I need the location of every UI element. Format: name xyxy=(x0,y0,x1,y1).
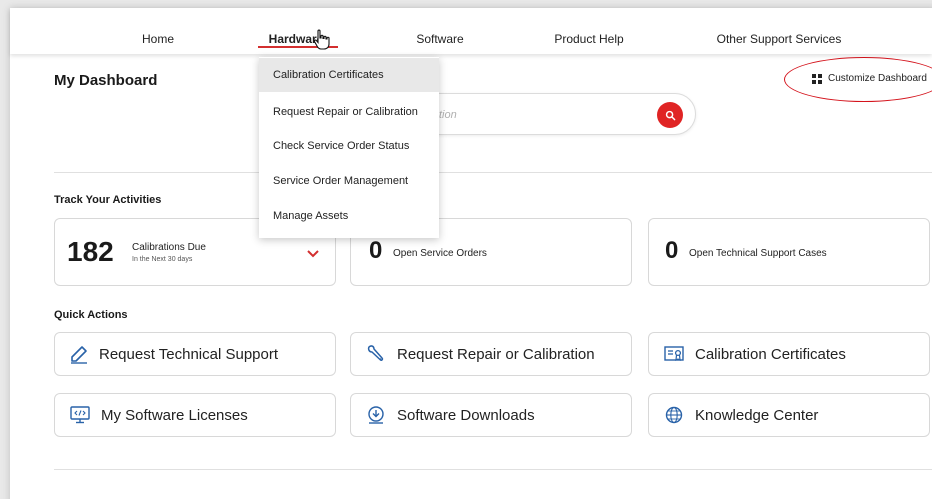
calibrations-due-label: Calibrations Due xyxy=(132,242,206,253)
open-service-orders-count: 0 xyxy=(369,237,383,264)
nav-item-product-help[interactable]: Product Help xyxy=(554,32,623,46)
open-support-cases-label: Open Technical Support Cases xyxy=(689,248,827,259)
calibrations-due-count: 182 xyxy=(67,236,114,267)
menu-item-check-service-order-status[interactable]: Check Service Order Status xyxy=(259,129,439,163)
download-icon xyxy=(368,406,384,424)
wrench-icon xyxy=(367,345,384,361)
top-nav: Home Hardware Software Product Help Othe… xyxy=(10,8,932,54)
calibration-certificates-button[interactable]: Calibration Certificates xyxy=(648,332,930,376)
calibration-certificates-label: Calibration Certificates xyxy=(695,345,846,363)
search-placeholder: tion xyxy=(439,109,457,121)
search-input[interactable]: tion xyxy=(410,93,696,135)
open-support-cases-count: 0 xyxy=(665,237,679,264)
search-button[interactable] xyxy=(657,102,683,128)
code-monitor-icon xyxy=(70,406,90,424)
request-repair-calibration-button[interactable]: Request Repair or Calibration xyxy=(350,332,632,376)
my-software-licenses-label: My Software Licenses xyxy=(101,406,248,424)
open-support-cases-card[interactable]: 0 Open Technical Support Cases xyxy=(648,218,930,286)
certificate-icon xyxy=(664,346,684,362)
knowledge-center-button[interactable]: Knowledge Center xyxy=(648,393,930,437)
software-downloads-button[interactable]: Software Downloads xyxy=(350,393,632,437)
menu-item-calibration-certificates[interactable]: Calibration Certificates xyxy=(259,58,439,92)
menu-item-service-order-management[interactable]: Service Order Management xyxy=(259,164,439,198)
highlight-ellipse xyxy=(784,57,932,102)
search-icon xyxy=(665,110,675,120)
request-repair-calibration-label: Request Repair or Calibration xyxy=(397,345,595,363)
activities-title: Track Your Activities xyxy=(54,194,162,206)
my-software-licenses-button[interactable]: My Software Licenses xyxy=(54,393,336,437)
request-technical-support-label: Request Technical Support xyxy=(99,345,279,363)
divider xyxy=(54,172,932,173)
quick-actions-title: Quick Actions xyxy=(54,309,128,321)
divider xyxy=(54,469,932,470)
page-title: My Dashboard xyxy=(54,72,158,89)
globe-icon xyxy=(665,406,683,424)
edit-icon xyxy=(71,346,87,364)
knowledge-center-label: Knowledge Center xyxy=(695,406,819,424)
nav-item-software[interactable]: Software xyxy=(416,32,463,46)
hand-cursor-icon xyxy=(313,29,330,50)
software-downloads-label: Software Downloads xyxy=(397,406,535,424)
open-service-orders-label: Open Service Orders xyxy=(393,248,487,259)
request-technical-support-button[interactable]: Request Technical Support xyxy=(54,332,336,376)
nav-item-home[interactable]: Home xyxy=(142,32,174,46)
calibrations-due-sublabel: In the Next 30 days xyxy=(132,256,193,263)
nav-item-other-support-services[interactable]: Other Support Services xyxy=(717,32,842,46)
menu-item-manage-assets[interactable]: Manage Assets xyxy=(259,199,439,233)
menu-item-request-repair-calibration[interactable]: Request Repair or Calibration xyxy=(259,95,439,129)
hardware-dropdown-menu: Calibration Certificates Request Repair … xyxy=(259,57,439,238)
chevron-down-icon[interactable] xyxy=(307,250,319,258)
